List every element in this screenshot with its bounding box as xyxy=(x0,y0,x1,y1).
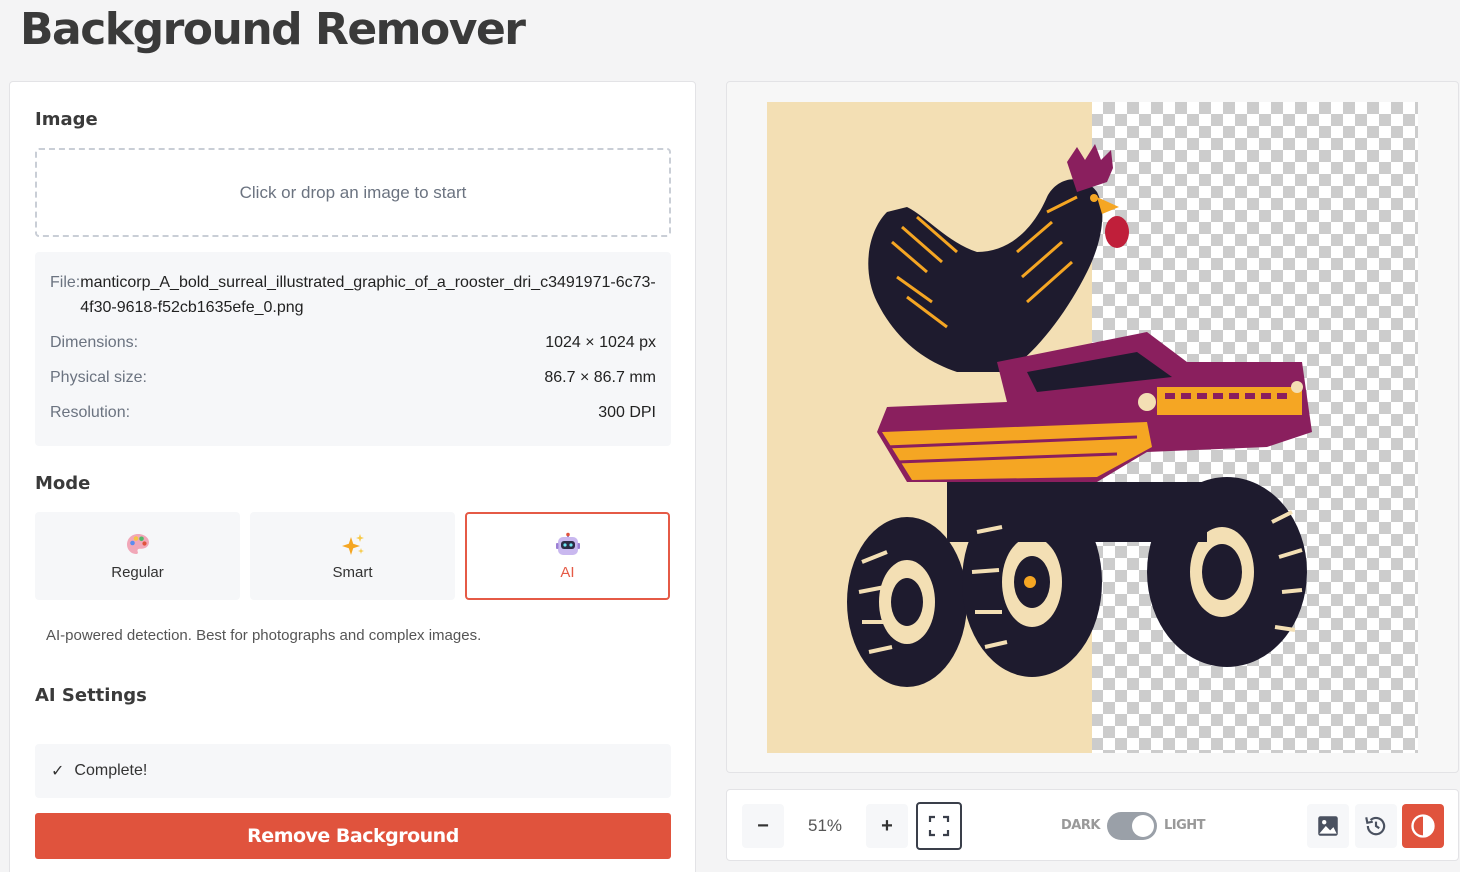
light-label: LIGHT xyxy=(1164,818,1206,833)
history-icon xyxy=(1365,816,1386,836)
history-button[interactable] xyxy=(1355,804,1397,848)
dimensions-row: Dimensions: 1024 × 1024 px xyxy=(50,334,656,352)
mode-ai-label: AI xyxy=(560,563,575,581)
physical-size-value: 86.7 × 86.7 mm xyxy=(544,369,656,386)
dark-label: DARK xyxy=(1061,818,1100,833)
resolution-value: 300 DPI xyxy=(598,404,656,421)
dropzone-text: Click or drop an image to start xyxy=(239,182,467,202)
theme-toggle[interactable] xyxy=(1107,812,1157,840)
mode-regular-label: Regular xyxy=(111,563,164,581)
mode-regular-button[interactable]: Regular xyxy=(35,512,240,600)
contrast-icon xyxy=(1411,814,1435,838)
zoom-out-button[interactable]: − xyxy=(742,804,784,848)
ai-status-text: Complete! xyxy=(74,762,148,779)
mode-description: AI-powered detection. Best for photograp… xyxy=(46,627,482,644)
settings-panel: Image Click or drop an image to start Fi… xyxy=(9,81,696,872)
image-section-title: Image xyxy=(35,109,98,130)
toggle-knob xyxy=(1132,815,1154,837)
robot-icon xyxy=(555,532,580,555)
resolution-label: Resolution: xyxy=(50,404,131,421)
fullscreen-icon xyxy=(928,815,950,837)
zoom-level: 51% xyxy=(807,816,843,835)
image-dropzone[interactable]: Click or drop an image to start xyxy=(35,148,671,237)
sparkles-icon xyxy=(341,533,364,555)
physical-size-label: Physical size: xyxy=(50,369,147,386)
mode-smart-label: Smart xyxy=(332,563,373,581)
preview-toolbar: − 51% + DARK LIGHT xyxy=(726,789,1459,861)
file-name-row: File: manticorp_A_bold_surreal_illustrat… xyxy=(50,270,660,320)
image-canvas[interactable] xyxy=(767,102,1418,753)
mode-section-title: Mode xyxy=(35,473,91,494)
file-info-box: File: manticorp_A_bold_surreal_illustrat… xyxy=(35,252,671,446)
ai-status-box: ✓ Complete! xyxy=(35,744,671,798)
dimensions-label: Dimensions: xyxy=(50,334,139,351)
physical-size-row: Physical size: 86.7 × 86.7 mm xyxy=(50,369,656,387)
checkmark-icon: ✓ xyxy=(51,763,65,780)
mode-smart-button[interactable]: Smart xyxy=(250,512,455,600)
preview-panel xyxy=(726,81,1459,773)
dimensions-value: 1024 × 1024 px xyxy=(545,334,656,351)
file-name: manticorp_A_bold_surreal_illustrated_gra… xyxy=(80,274,656,316)
mode-ai-button[interactable]: AI xyxy=(465,512,670,600)
ai-settings-title: AI Settings xyxy=(35,685,147,706)
image-view-button[interactable] xyxy=(1307,804,1349,848)
file-label: File: xyxy=(50,274,81,291)
zoom-in-button[interactable]: + xyxy=(866,804,908,848)
image-icon xyxy=(1318,816,1338,836)
palette-icon xyxy=(126,533,149,554)
fit-to-screen-button[interactable] xyxy=(916,802,962,850)
compare-toggle-button[interactable] xyxy=(1402,804,1444,848)
preview-image xyxy=(767,102,1418,753)
resolution-row: Resolution: 300 DPI xyxy=(50,404,656,422)
remove-background-button[interactable]: Remove Background xyxy=(35,813,671,859)
app-title: Background Remover xyxy=(20,4,526,55)
